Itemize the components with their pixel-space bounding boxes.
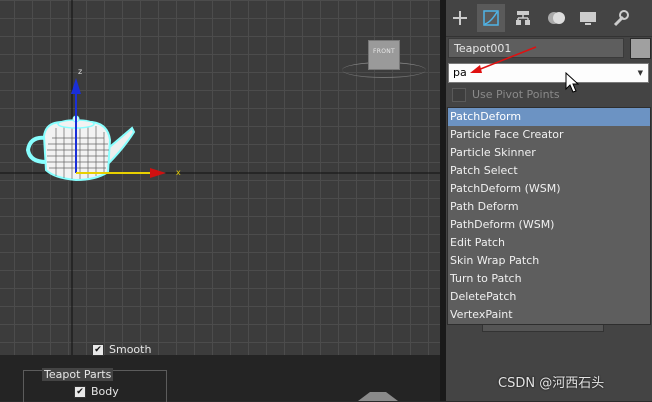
- list-item[interactable]: Path Deform: [448, 198, 650, 216]
- display-icon: [580, 12, 596, 25]
- list-item[interactable]: PathDeform (WSM): [448, 216, 650, 234]
- list-item[interactable]: PatchDeform: [448, 108, 650, 126]
- modifier-dropdown-list: PatchDeform Particle Face Creator Partic…: [447, 107, 651, 325]
- teapot-object: [25, 115, 136, 182]
- list-item[interactable]: PatchDeform (WSM): [448, 180, 650, 198]
- plus-icon: [453, 11, 467, 25]
- tab-motion[interactable]: [542, 4, 570, 32]
- tab-display[interactable]: [574, 4, 602, 32]
- list-item[interactable]: Turn to Patch: [448, 270, 650, 288]
- list-item[interactable]: Particle Face Creator: [448, 126, 650, 144]
- wrench-icon: [613, 10, 629, 27]
- list-item[interactable]: Patch Select: [448, 162, 650, 180]
- perspective-viewport[interactable]: z x FRONT: [0, 0, 440, 355]
- object-color-swatch[interactable]: [630, 38, 651, 59]
- watermark: CSDN @河西石头: [498, 376, 605, 391]
- x-axis-arrow: [150, 168, 166, 178]
- list-item[interactable]: VertexPaint: [448, 306, 650, 324]
- body-label: Body: [91, 385, 119, 398]
- hierarchy-icon: [516, 11, 530, 25]
- smooth-label: Smooth: [109, 343, 152, 356]
- z-axis-label: z: [78, 67, 82, 76]
- list-item[interactable]: Particle Skinner: [448, 144, 650, 162]
- mouse-cursor-icon: [565, 72, 580, 93]
- tab-hierarchy[interactable]: [509, 4, 537, 32]
- body-checkbox[interactable]: ✔: [74, 386, 86, 398]
- tab-create[interactable]: [446, 4, 474, 32]
- teapot-parts-label: Teapot Parts: [42, 368, 114, 381]
- chevron-down-icon[interactable]: ▼: [638, 64, 643, 82]
- command-panel-tabs: [446, 0, 652, 37]
- x-axis-label: x: [176, 168, 181, 177]
- viewcube[interactable]: FRONT: [368, 40, 400, 70]
- tab-modify[interactable]: [477, 4, 505, 32]
- list-item[interactable]: Edit Patch: [448, 234, 650, 252]
- smooth-checkbox[interactable]: ✔: [92, 344, 104, 356]
- annotation-arrow-icon: [470, 46, 537, 73]
- list-item[interactable]: DeletePatch: [448, 288, 650, 306]
- modify-icon: [483, 10, 499, 26]
- use-pivot-points-checkbox[interactable]: [452, 88, 466, 102]
- list-item[interactable]: Skin Wrap Patch: [448, 252, 650, 270]
- use-pivot-points-row[interactable]: Use Pivot Points: [448, 86, 649, 104]
- motion-icon: [548, 12, 565, 24]
- use-pivot-points-label: Use Pivot Points: [472, 88, 560, 101]
- smooth-option[interactable]: ✔ Smooth: [92, 343, 151, 356]
- tab-utilities[interactable]: [606, 4, 634, 32]
- body-option[interactable]: ✔ Body: [74, 385, 119, 398]
